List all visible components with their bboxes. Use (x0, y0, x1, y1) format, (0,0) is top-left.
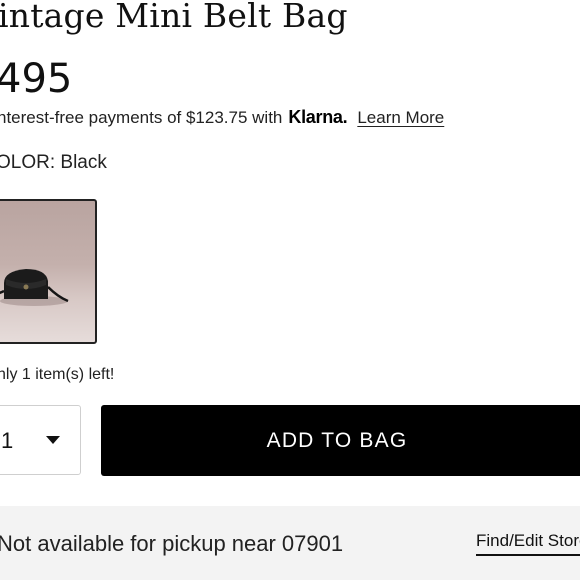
color-row: OLOR: Black (0, 152, 107, 174)
quantity-value: 1 (1, 428, 14, 453)
bag-photo-icon (0, 269, 69, 306)
add-to-bag-button[interactable]: ADD TO BAG (101, 405, 580, 476)
caret-down-icon (46, 436, 60, 444)
add-to-bag-label: ADD TO BAG (266, 428, 408, 452)
product-title: intage Mini Belt Bag (0, 0, 348, 35)
klarna-text: nterest-free payments of $123.75 with (0, 108, 283, 127)
find-edit-store-link[interactable]: Find/Edit Store (476, 531, 580, 556)
klarna-payments: nterest-free payments of $123.75 with Kl… (0, 107, 444, 128)
klarna-logo: Klarna. (288, 107, 348, 127)
learn-more-link[interactable]: Learn More (357, 108, 444, 128)
color-label: OLOR: (0, 152, 56, 173)
product-price: 495 (0, 56, 73, 102)
color-swatch-black[interactable] (0, 199, 97, 344)
stock-message: nly 1 item(s) left! (0, 366, 115, 383)
color-value: Black (60, 152, 107, 173)
quantity-select[interactable]: 1 (0, 405, 81, 475)
pickup-status: Not available for pickup near 07901 (0, 531, 344, 556)
